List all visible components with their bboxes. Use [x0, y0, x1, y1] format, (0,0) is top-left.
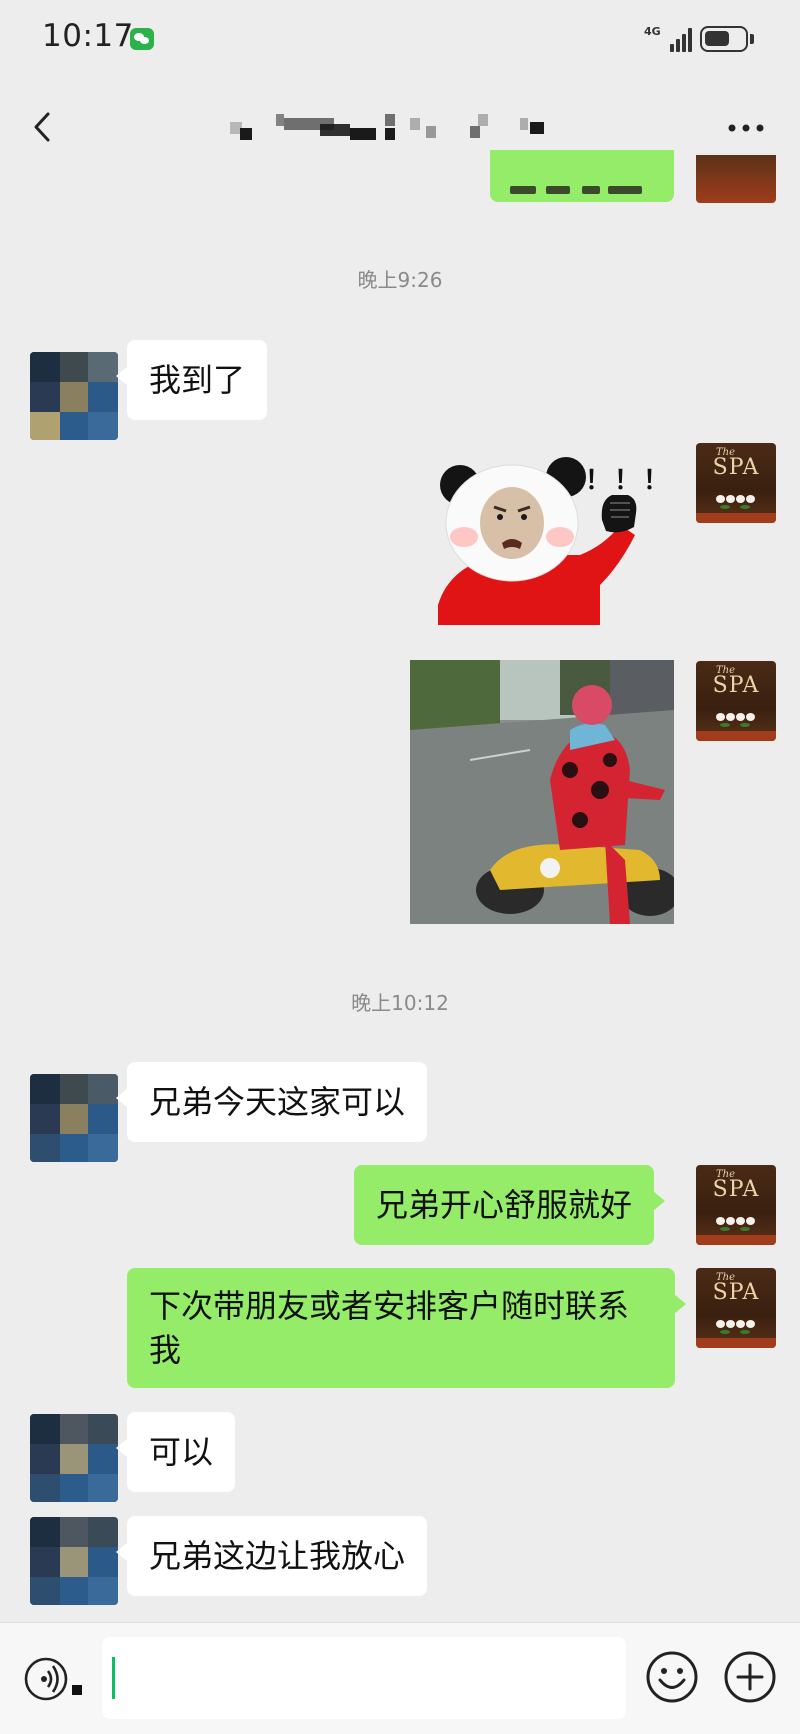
voice-icon [24, 1657, 82, 1701]
emoji-button[interactable] [644, 1649, 700, 1705]
contact-avatar[interactable] [30, 1517, 118, 1605]
more-options-button[interactable] [718, 108, 774, 148]
own-avatar[interactable]: The SPA [696, 1268, 776, 1348]
wechat-notification-icon [130, 28, 154, 50]
timestamp-label: 晚上10:12 [351, 991, 449, 1015]
message-bubble-received[interactable]: 我到了 [115, 340, 268, 420]
own-avatar-cut-off[interactable] [696, 155, 776, 203]
more-functions-button[interactable] [722, 1649, 778, 1705]
voice-input-button[interactable] [22, 1651, 82, 1707]
message-bubble-cut-off[interactable] [490, 150, 674, 202]
text-cursor [112, 1657, 115, 1699]
own-avatar[interactable]: The SPA [696, 661, 776, 741]
message-bubble-received[interactable]: 兄弟今天这家可以 [115, 1062, 428, 1142]
message-bubble-sent[interactable]: 兄弟开心舒服就好 [354, 1165, 666, 1245]
network-type-label: 4G [644, 25, 661, 38]
image-message-photo[interactable] [410, 660, 674, 924]
contact-avatar[interactable] [30, 1074, 118, 1162]
back-button[interactable] [24, 102, 64, 152]
battery-tip [750, 34, 754, 44]
battery-level [705, 31, 729, 46]
message-bubble-received[interactable]: 可以 [115, 1412, 236, 1492]
message-bubble-sent[interactable]: 下次带朋友或者安排客户随时联系我 [127, 1268, 686, 1388]
chat-input-bar [0, 1622, 800, 1734]
message-text-input[interactable] [102, 1637, 626, 1719]
message-bubble-received[interactable]: 兄弟这边让我放心 [115, 1516, 428, 1596]
status-bar: 10:17 4G [0, 0, 800, 80]
timestamp-label: 晚上9:26 [357, 268, 443, 292]
chat-header [0, 80, 800, 175]
battery-icon [700, 26, 748, 52]
chat-title-redacted [230, 114, 610, 142]
contact-avatar[interactable] [30, 352, 118, 440]
own-avatar[interactable]: The SPA [696, 443, 776, 523]
back-arrow-icon [34, 112, 50, 142]
plus-icon [724, 1651, 776, 1703]
signal-icon [670, 26, 694, 52]
more-dots-icon [728, 124, 764, 132]
emoji-icon [646, 1651, 698, 1703]
status-time: 10:17 [42, 18, 134, 54]
own-avatar[interactable]: The SPA [696, 1165, 776, 1245]
contact-avatar[interactable] [30, 1414, 118, 1502]
panda-sticker-image[interactable] [430, 455, 640, 625]
